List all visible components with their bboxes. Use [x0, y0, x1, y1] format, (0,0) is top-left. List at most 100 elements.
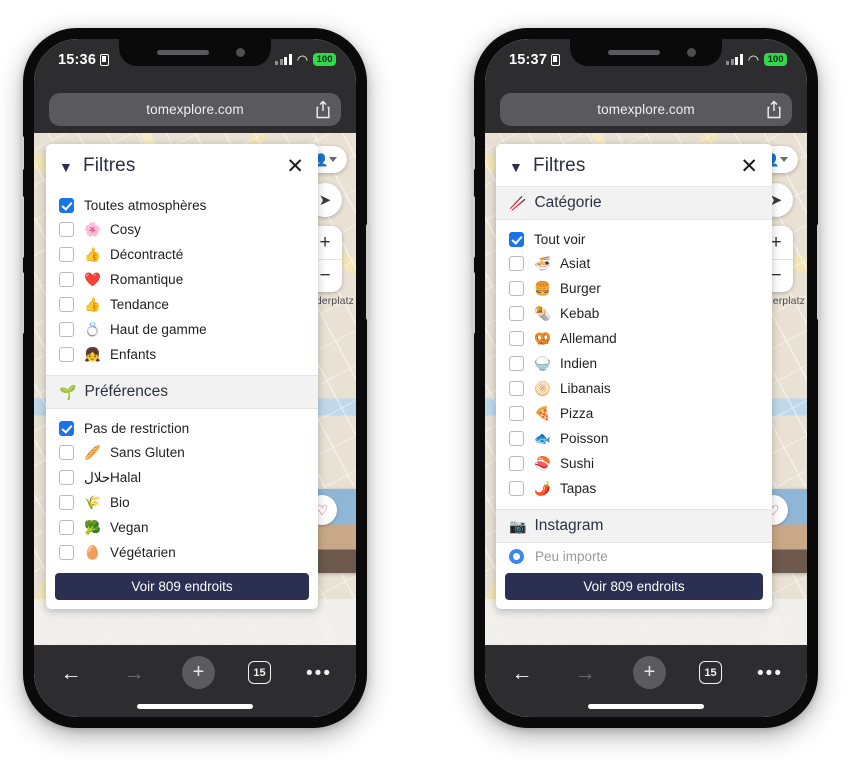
filter-option[interactable]: 🥨 Allemand	[496, 326, 772, 351]
cellular-bars-icon	[275, 54, 292, 65]
filter-option[interactable]: 🌸 Cosy	[46, 217, 318, 242]
filter-option[interactable]: 🌯 Kebab	[496, 301, 772, 326]
forward-button[interactable]: →	[570, 658, 600, 688]
back-button[interactable]: ←	[507, 658, 537, 688]
filter-option[interactable]: 🍔 Burger	[496, 276, 772, 301]
option-label: Kebab	[560, 306, 600, 321]
filter-option[interactable]: 👧 Enfants	[46, 342, 318, 367]
filter-option[interactable]: 🌾 Bio	[46, 490, 318, 515]
option-icon: 🌸	[84, 221, 101, 237]
map-photo-card[interactable]: ♡	[307, 489, 356, 573]
checkbox[interactable]	[509, 381, 524, 396]
silent-switch[interactable]	[20, 136, 24, 170]
more-options-button[interactable]: •••	[304, 658, 334, 688]
checkbox[interactable]	[59, 470, 74, 485]
section-icon: 📷	[509, 517, 527, 534]
filter-option[interactable]: حلال Halal	[46, 465, 318, 490]
option-icon: 👍	[84, 246, 101, 262]
checkbox[interactable]	[59, 347, 74, 362]
filter-option[interactable]: 🥚 Végétarien	[46, 540, 318, 565]
checkbox[interactable]	[59, 272, 74, 287]
filter-option[interactable]: ❤️ Romantique	[46, 267, 318, 292]
checkbox[interactable]	[59, 222, 74, 237]
checkbox[interactable]	[509, 356, 524, 371]
checkbox[interactable]	[59, 197, 74, 213]
power-button[interactable]	[366, 224, 370, 320]
checkbox[interactable]	[59, 520, 74, 535]
section-title: Préférences	[84, 383, 169, 400]
option-icon: 🍜	[534, 255, 551, 271]
volume-button[interactable]	[471, 196, 475, 258]
power-button[interactable]	[817, 224, 821, 320]
option-icon: ❤️	[84, 271, 101, 287]
signal-bar	[739, 54, 743, 65]
filter-option[interactable]: 🐟 Poisson	[496, 426, 772, 451]
checkbox[interactable]	[509, 306, 524, 321]
checkbox[interactable]	[509, 231, 524, 247]
lock-icon	[551, 54, 561, 66]
radio-button[interactable]	[509, 549, 524, 564]
filter-option[interactable]: 🍣 Sushi	[496, 451, 772, 476]
filter-option[interactable]: 🍕 Pizza	[496, 401, 772, 426]
filter-option[interactable]: 🫓 Libanais	[496, 376, 772, 401]
view-places-button[interactable]: Voir 809 endroits	[55, 573, 309, 600]
map-photo-card[interactable]: ♡	[758, 489, 807, 573]
checkbox[interactable]	[509, 406, 524, 421]
checkbox[interactable]	[509, 281, 524, 296]
filter-option[interactable]: 💍 Haut de gamme	[46, 317, 318, 342]
checkbox[interactable]	[59, 420, 74, 436]
filter-option[interactable]: 🍚 Indien	[496, 351, 772, 376]
funnel-icon: ▼	[59, 158, 73, 175]
option-icon: 🥚	[84, 544, 101, 560]
volume-button[interactable]	[20, 272, 24, 334]
checkbox[interactable]	[509, 256, 524, 271]
close-icon[interactable]: ✕	[284, 156, 306, 177]
checkbox[interactable]	[509, 431, 524, 446]
filter-option[interactable]: 👍 Tendance	[46, 292, 318, 317]
checkbox[interactable]	[59, 297, 74, 312]
checkbox[interactable]	[59, 495, 74, 510]
filter-option[interactable]: 🌶️ Tapas	[496, 476, 772, 501]
volume-button[interactable]	[20, 196, 24, 258]
share-icon[interactable]	[316, 100, 330, 119]
front-camera	[687, 48, 696, 57]
browser-url-bar[interactable]: tomexplore.com	[500, 93, 792, 126]
url-text: tomexplore.com	[597, 102, 695, 117]
filter-option[interactable]: 🥦 Vegan	[46, 515, 318, 540]
option-label: Burger	[560, 281, 601, 296]
share-icon[interactable]	[767, 100, 781, 119]
checkbox[interactable]	[509, 456, 524, 471]
volume-button[interactable]	[471, 272, 475, 334]
option-list-preferences: Pas de restriction 🥖 Sans Gluten حلال Halal 🌾…	[46, 409, 318, 573]
tab-count-button[interactable]: 15	[248, 661, 271, 684]
forward-button[interactable]: →	[119, 658, 149, 688]
checkbox[interactable]	[509, 481, 524, 496]
signal-bar	[735, 56, 739, 65]
chevron-down-icon	[779, 157, 788, 162]
filter-option[interactable]: 👍 Décontracté	[46, 242, 318, 267]
new-tab-button[interactable]: +	[633, 656, 666, 689]
filter-option[interactable]: 🍜 Asiat	[496, 251, 772, 276]
checkbox[interactable]	[59, 545, 74, 560]
tab-count-button[interactable]: 15	[699, 661, 722, 684]
instagram-radio-option[interactable]: Peu importe	[496, 543, 772, 573]
checkbox[interactable]	[509, 331, 524, 346]
filter-option[interactable]: Pas de restriction	[46, 416, 318, 440]
view-places-button[interactable]: Voir 809 endroits	[505, 573, 763, 600]
option-label: Bio	[110, 495, 130, 510]
filter-option[interactable]: Tout voir	[496, 227, 772, 251]
more-options-button[interactable]: •••	[755, 658, 785, 688]
browser-url-bar[interactable]: tomexplore.com	[49, 93, 341, 126]
checkbox[interactable]	[59, 322, 74, 337]
filter-option[interactable]: Toutes atmosphères	[46, 193, 318, 217]
checkbox[interactable]	[59, 445, 74, 460]
option-label: Toutes atmosphères	[84, 197, 207, 213]
silent-switch[interactable]	[471, 136, 475, 170]
filter-option[interactable]: 🥖 Sans Gluten	[46, 440, 318, 465]
checkbox[interactable]	[59, 247, 74, 262]
option-label: Allemand	[560, 331, 617, 346]
new-tab-button[interactable]: +	[182, 656, 215, 689]
screenshot-stage: Alexanderplatz♡5N👤➤+−▼Filtres✕Toutes atm…	[0, 0, 854, 766]
close-icon[interactable]: ✕	[738, 156, 760, 177]
back-button[interactable]: ←	[56, 658, 86, 688]
